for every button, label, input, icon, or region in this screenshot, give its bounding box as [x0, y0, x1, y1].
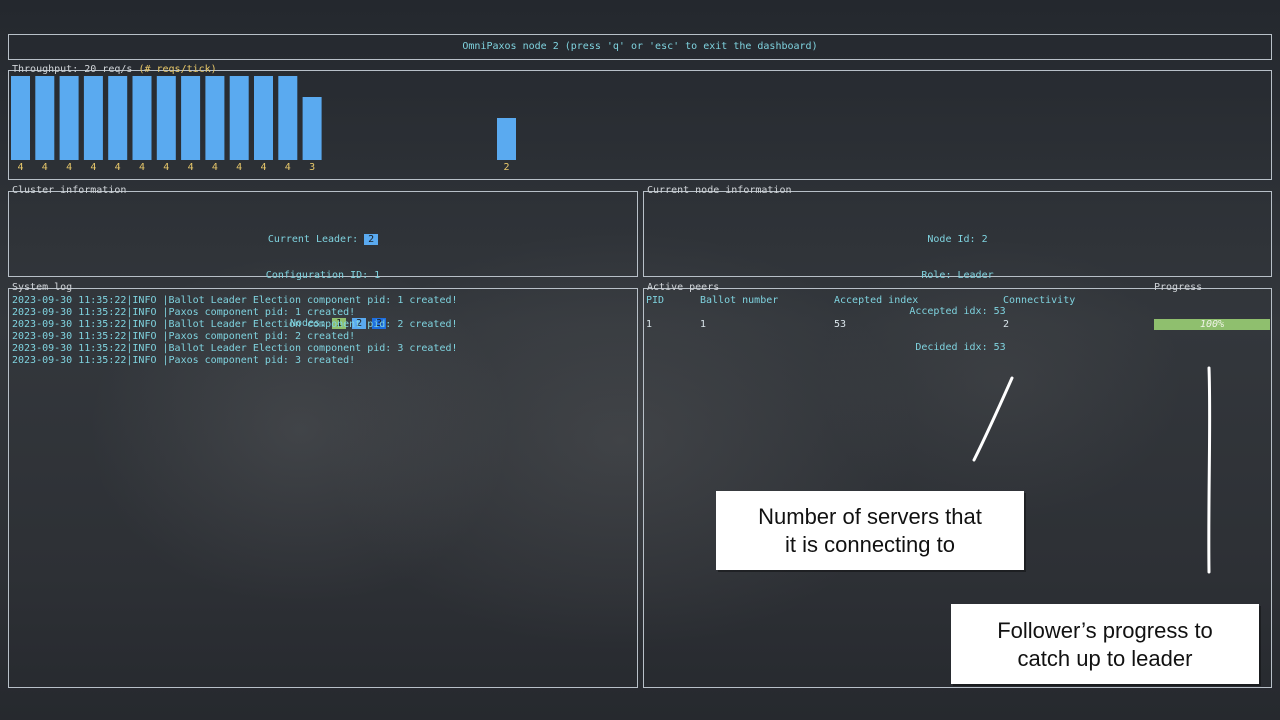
throughput-bar-label: 4 [212, 162, 218, 173]
current-leader-line: Current Leader: 2 [9, 234, 637, 246]
cluster-information-title: Cluster information [12, 185, 127, 196]
peer-progress-bar: 100% [1154, 319, 1270, 330]
progress-title: Progress [1154, 282, 1203, 293]
configuration-id: Configuration ID: 1 [265, 270, 381, 281]
connectivity-annotation-line2: it is connecting to [785, 532, 955, 557]
node-id: Node Id: 2 [927, 234, 988, 245]
progress-annotation: Follower’s progress to catch up to leade… [951, 604, 1259, 684]
throughput-bar-label: 2 [503, 162, 509, 173]
log-line: 2023-09-30 11:35:22|INFO |Ballot Leader … [12, 319, 458, 330]
throughput-bar-label: 4 [90, 162, 96, 173]
throughput-bar [181, 76, 201, 160]
throughput-bar [83, 76, 103, 160]
peers-header-connectivity: Connectivity [1003, 295, 1076, 306]
throughput-bar-label: 4 [163, 162, 169, 173]
current-node-information-title: Current node information [647, 185, 792, 196]
throughput-bar [278, 76, 298, 160]
peer-row-accepted: 53 [834, 319, 847, 330]
log-line: 2023-09-30 11:35:22|INFO |Paxos componen… [12, 331, 356, 342]
throughput-panel: 4 4 4 4 4 4 4 4 4 4 4 4 3 2 Throughput: 20 req/s (# r… [8, 64, 1272, 180]
throughput-bar-label: 4 [260, 162, 266, 173]
throughput-bar-label: 4 [115, 162, 121, 173]
connectivity-annotation: Number of servers that it is connecting … [716, 491, 1024, 570]
dashboard-header: OmniPaxos node 2 (press 'q' or 'esc' to … [8, 34, 1272, 60]
peer-row-ballot: 1 [700, 319, 707, 330]
current-node-information-panel: Current node information Node Id: 2 Role… [643, 185, 1272, 353]
throughput-title-main: Throughput: 20 req/s [12, 64, 139, 75]
throughput-title-hint: (# reqs/tick) [138, 64, 217, 75]
throughput-bar [497, 118, 516, 160]
throughput-bar-label: 3 [309, 162, 315, 173]
system-log-lines: 2023-09-30 11:35:22|INFO |Ballot Leader … [12, 295, 458, 367]
throughput-bar [11, 76, 30, 160]
system-log-panel[interactable]: System log 2023-09-30 11:35:22|INFO |Bal… [8, 282, 638, 688]
current-leader-label: Current Leader: [267, 234, 365, 245]
system-log-title: System log [12, 282, 73, 293]
throughput-bar [59, 76, 79, 160]
throughput-bar-label: 4 [139, 162, 145, 173]
peers-header-ballot: Ballot number [700, 295, 779, 306]
peers-header-pid: PID [646, 295, 665, 306]
progress-annotation-line1: Follower’s progress to [997, 618, 1213, 643]
throughput-bar [132, 76, 152, 160]
throughput-bar-label: 4 [42, 162, 48, 173]
throughput-bar-label: 4 [188, 162, 194, 173]
dashboard-title: OmniPaxos node 2 (press 'q' or 'esc' to … [462, 41, 818, 52]
peer-row-pid: 1 [646, 319, 653, 330]
throughput-bar-chart: 4 4 4 4 4 4 4 4 4 4 4 4 3 2 [11, 76, 516, 173]
throughput-bar [156, 76, 176, 160]
throughput-bar-label: 4 [66, 162, 72, 173]
active-peers-title: Active peers [647, 282, 720, 293]
throughput-bar [108, 76, 128, 160]
throughput-bar [205, 76, 225, 160]
throughput-title: Throughput: 20 req/s (# reqs/tick) [11, 64, 218, 76]
node-role: Role: Leader [921, 270, 994, 281]
throughput-bar-label: 4 [285, 162, 291, 173]
throughput-bar [302, 97, 322, 160]
log-line: 2023-09-30 11:35:22|INFO |Ballot Leader … [12, 343, 458, 354]
throughput-bar [229, 76, 249, 160]
current-leader-badge: 2 [364, 234, 379, 245]
cluster-information-panel: Cluster information Current Leader: 2 Co… [8, 185, 638, 329]
peer-row-connectivity: 2 [1003, 319, 1010, 330]
throughput-bar [254, 76, 273, 160]
progress-annotation-line2: catch up to leader [1017, 646, 1193, 671]
connectivity-annotation-line1: Number of servers that [758, 504, 982, 529]
log-line: 2023-09-30 11:35:22|INFO |Paxos componen… [12, 355, 356, 366]
peers-header-accepted: Accepted index [834, 295, 919, 306]
throughput-bar-label: 4 [17, 162, 23, 173]
log-line: 2023-09-30 11:35:22|INFO |Ballot Leader … [12, 295, 458, 306]
throughput-bar-label: 4 [236, 162, 242, 173]
throughput-bar [35, 76, 55, 160]
log-line: 2023-09-30 11:35:22|INFO |Paxos componen… [12, 307, 356, 318]
